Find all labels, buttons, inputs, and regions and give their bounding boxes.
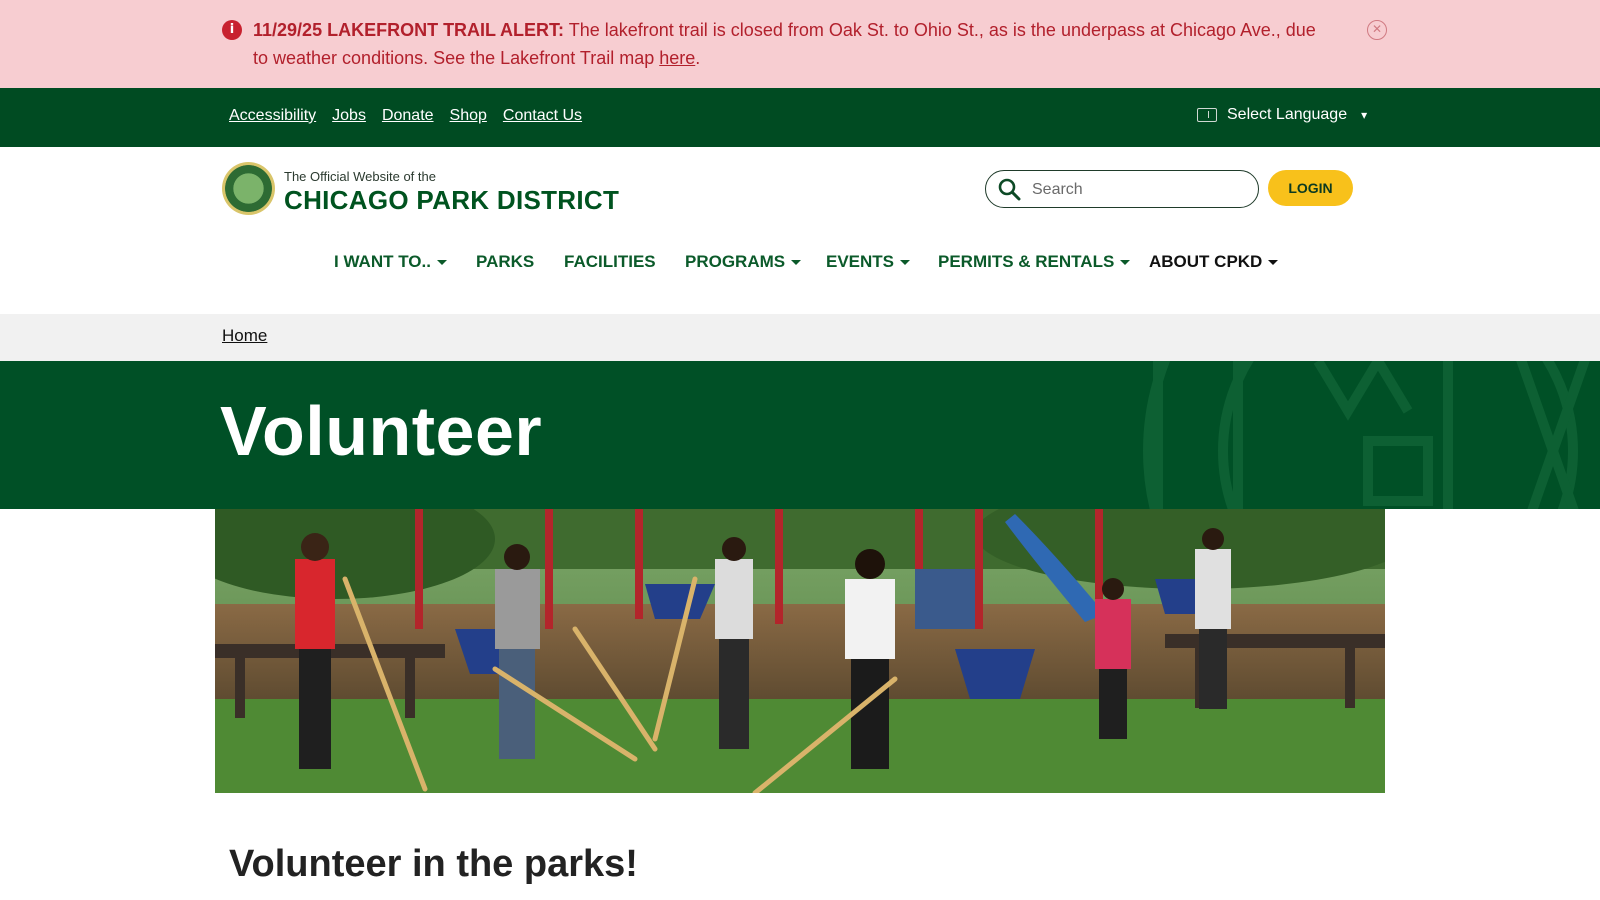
link-contact-us[interactable]: Contact Us	[503, 107, 582, 125]
utility-bar: Accessibility Jobs Donate Shop Contact U…	[0, 88, 1600, 147]
nav-label: EVENTS	[826, 252, 895, 271]
caret-down-icon	[1268, 260, 1279, 266]
nav-permits-rentals[interactable]: PERMITS & RENTALS	[938, 252, 1131, 272]
utility-links: Accessibility Jobs Donate Shop Contact U…	[229, 107, 582, 125]
logo-wordmark[interactable]: CHICAGO PARK DISTRICT	[284, 185, 619, 216]
language-selector[interactable]: Select Language ▾	[1197, 106, 1367, 124]
caret-down-icon	[436, 260, 447, 266]
nav-label: I WANT TO..	[334, 252, 431, 271]
seal-watermark-icon	[1143, 361, 1590, 509]
nav-label: ABOUT CPKD	[1149, 252, 1263, 271]
breadcrumb: Home	[0, 314, 1600, 361]
search-box	[985, 170, 1259, 208]
page-hero: Volunteer	[0, 361, 1600, 509]
close-icon[interactable]: ✕	[1367, 20, 1387, 40]
logo-tagline[interactable]: The Official Website of the	[284, 169, 436, 184]
search-input[interactable]	[1032, 179, 1242, 201]
section-title: Volunteer in the parks!	[229, 843, 638, 885]
alert-map-link[interactable]: here	[659, 48, 695, 68]
alert-banner: i 11/29/25 LAKEFRONT TRAIL ALERT: The la…	[0, 0, 1600, 88]
chevron-down-icon: ▾	[1361, 108, 1368, 122]
nav-events[interactable]: EVENTS	[826, 252, 911, 272]
translate-icon	[1197, 108, 1217, 122]
breadcrumb-home[interactable]: Home	[222, 326, 267, 346]
volunteers-photo	[215, 509, 1385, 793]
caret-down-icon	[1120, 260, 1131, 266]
alert-link-suffix: .	[695, 48, 701, 68]
info-icon: i	[222, 20, 242, 40]
login-button[interactable]: LOGIN	[1268, 170, 1353, 206]
nav-i-want-to[interactable]: I WANT TO..	[334, 252, 447, 272]
park-district-seal-logo[interactable]	[222, 162, 275, 215]
caret-down-icon	[791, 260, 802, 266]
caret-down-icon	[900, 260, 911, 266]
nav-facilities[interactable]: FACILITIES	[564, 252, 656, 272]
nav-label: FACILITIES	[564, 252, 656, 271]
link-jobs[interactable]: Jobs	[332, 107, 366, 125]
link-donate[interactable]: Donate	[382, 107, 434, 125]
nav-about-cpkd[interactable]: ABOUT CPKD	[1149, 252, 1279, 272]
link-shop[interactable]: Shop	[450, 107, 487, 125]
nav-label: PERMITS & RENTALS	[938, 252, 1115, 271]
nav-parks[interactable]: PARKS	[476, 252, 534, 272]
page-title: Volunteer	[220, 392, 543, 470]
language-label: Select Language	[1227, 106, 1348, 123]
nav-programs[interactable]: PROGRAMS	[685, 252, 802, 272]
volunteer-playground-image	[215, 509, 1385, 793]
alert-text: 11/29/25 LAKEFRONT TRAIL ALERT: The lake…	[253, 16, 1333, 72]
nav-label: PROGRAMS	[685, 252, 786, 271]
link-accessibility[interactable]: Accessibility	[229, 107, 316, 125]
alert-title: 11/29/25 LAKEFRONT TRAIL ALERT:	[253, 20, 565, 40]
nav-label: PARKS	[476, 252, 535, 271]
search-icon[interactable]	[997, 177, 1021, 201]
